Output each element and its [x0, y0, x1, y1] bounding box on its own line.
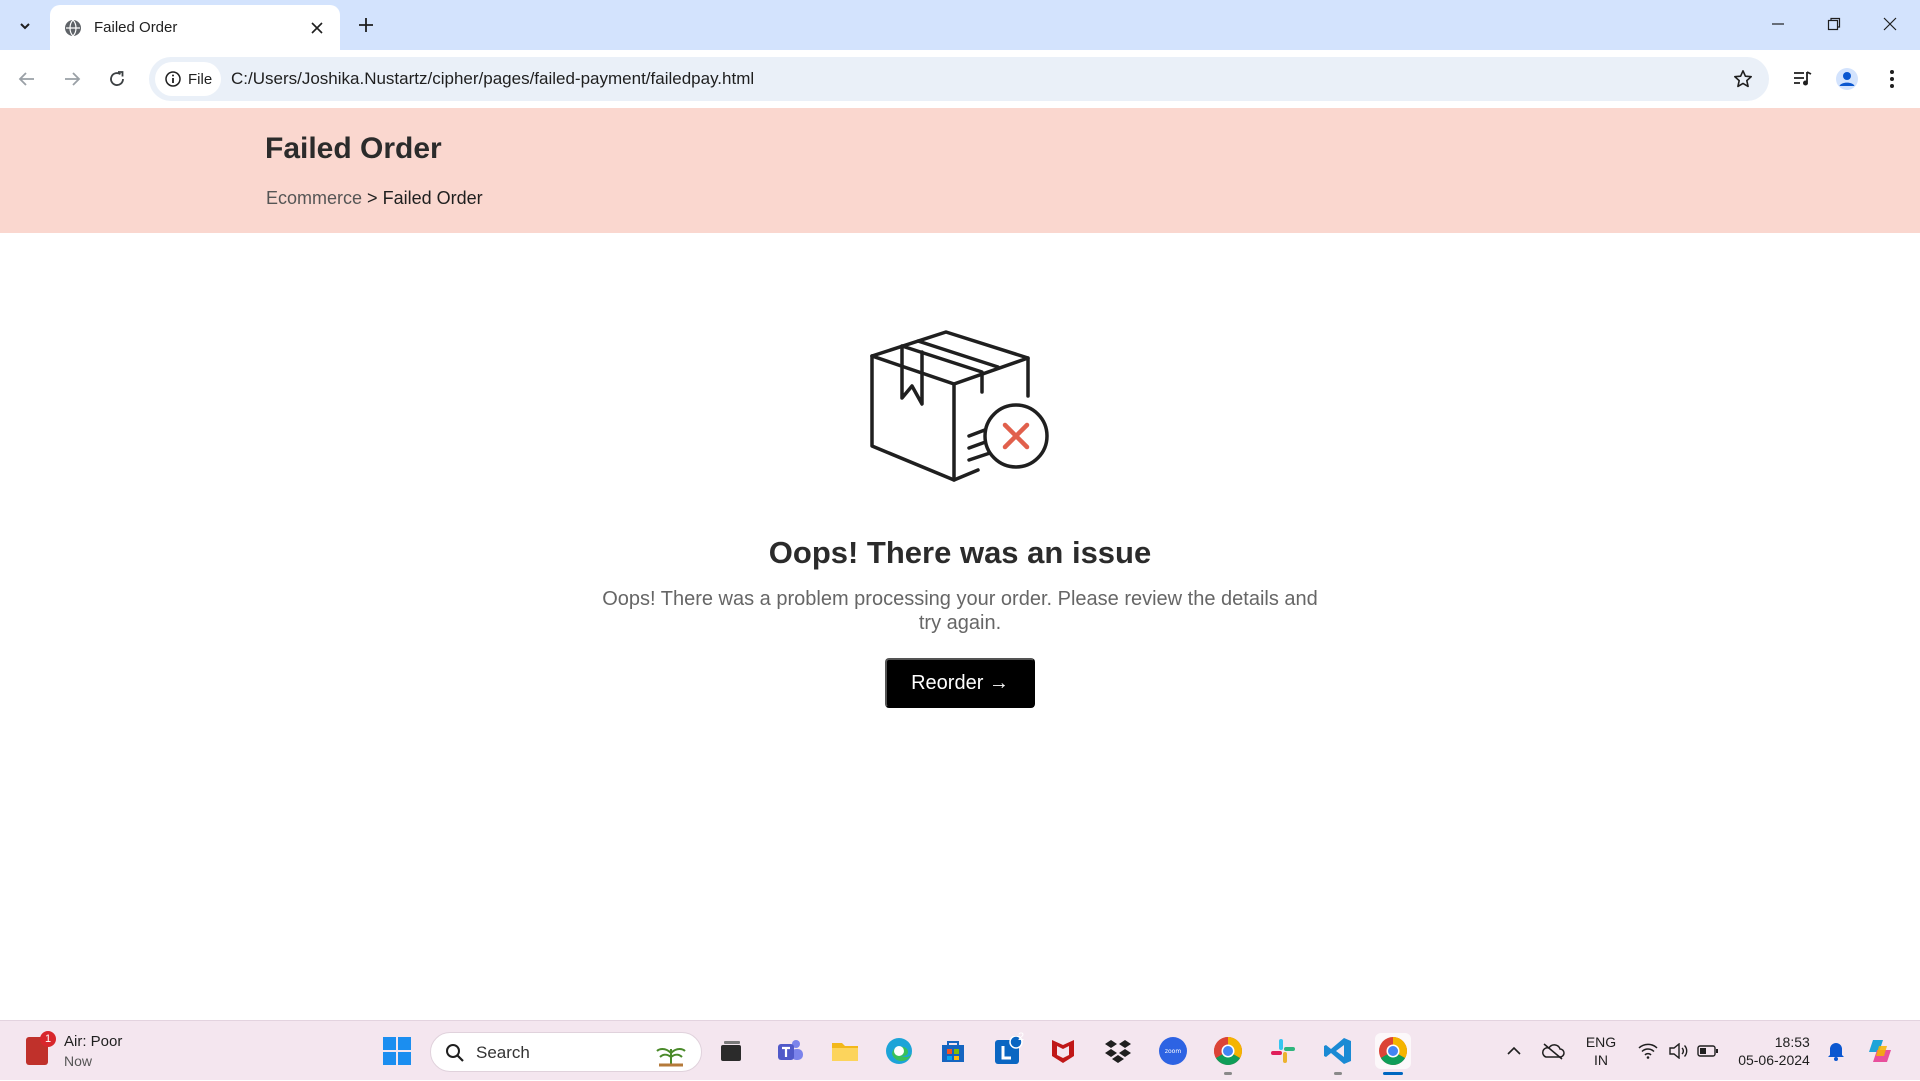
language-code: ENG — [1585, 1034, 1617, 1050]
copilot-icon[interactable] — [1862, 1021, 1898, 1081]
mcafee-icon[interactable] — [1045, 1033, 1081, 1069]
dropbox-icon[interactable] — [1100, 1033, 1136, 1069]
forward-button[interactable] — [55, 62, 89, 96]
back-button[interactable] — [10, 62, 44, 96]
restore-button[interactable] — [1806, 0, 1862, 48]
taskbar: 1 Air: Poor Now Search 2 zoom ENG IN 18:… — [0, 1020, 1920, 1080]
clock-date: 05-06-2024 — [1738, 1052, 1810, 1068]
error-headline: Oops! There was an issue — [768, 535, 1152, 570]
volume-icon[interactable] — [1664, 1021, 1692, 1081]
error-message: Oops! There was a problem processing you… — [602, 588, 1318, 634]
plus-icon — [359, 18, 373, 32]
site-info-label: File — [188, 70, 213, 88]
arrow-right-icon — [65, 72, 81, 86]
page-header: Failed Order Ecommerce > Failed Order — [0, 108, 1920, 233]
taskbar-search[interactable]: Search — [430, 1032, 702, 1072]
windows-start-icon[interactable] — [381, 1035, 413, 1067]
zoom-icon[interactable]: zoom — [1155, 1033, 1191, 1069]
slack-icon[interactable] — [1265, 1033, 1301, 1069]
active-indicator — [1383, 1072, 1403, 1075]
chrome-icon[interactable] — [1210, 1033, 1246, 1075]
page-title: Failed Order — [265, 132, 442, 165]
browser-menu-icon[interactable] — [1875, 62, 1909, 96]
plant-icon — [656, 1048, 686, 1067]
running-indicator — [1334, 1072, 1342, 1075]
reload-button[interactable] — [100, 62, 134, 96]
weather-title: Air: Poor — [64, 1033, 123, 1050]
linkedin-badge: 2 — [1017, 1031, 1025, 1043]
reload-icon — [110, 71, 124, 86]
linkedin-learning-icon[interactable]: 2 — [990, 1031, 1026, 1069]
wifi-icon[interactable] — [1634, 1021, 1662, 1081]
site-info-chip[interactable]: File — [155, 62, 221, 96]
weather-badge: 1 — [40, 1031, 56, 1047]
close-icon — [1883, 17, 1897, 31]
onedrive-offline-icon[interactable] — [1538, 1021, 1568, 1081]
language-indicator[interactable]: ENG IN — [1578, 1021, 1624, 1081]
arrow-left-icon — [18, 72, 34, 86]
tab-close-icon[interactable] — [306, 17, 328, 39]
breadcrumb: Ecommerce > Failed Order — [266, 188, 483, 209]
clock[interactable]: 18:53 05-06-2024 — [1728, 1021, 1820, 1081]
minimize-button[interactable] — [1750, 0, 1806, 48]
breadcrumb-separator: > — [367, 188, 378, 208]
reorder-button[interactable]: Reorder → — [885, 658, 1035, 708]
url-text[interactable]: C:/Users/Joshika.Nustartz/cipher/pages/f… — [231, 69, 754, 89]
breadcrumb-root-link[interactable]: Ecommerce — [266, 188, 362, 208]
battery-icon[interactable] — [1694, 1021, 1722, 1081]
globe-icon — [64, 19, 82, 37]
region-code: IN — [1594, 1052, 1608, 1068]
profile-avatar-icon[interactable] — [1830, 62, 1864, 96]
minimize-icon — [1772, 23, 1784, 25]
weather-widget[interactable]: 1 Air: Poor Now — [22, 1029, 132, 1073]
chrome-active-icon[interactable] — [1375, 1033, 1411, 1075]
media-control-icon[interactable] — [1785, 62, 1819, 96]
search-icon — [446, 1044, 464, 1062]
info-icon — [165, 71, 181, 87]
edge-browser-icon[interactable] — [881, 1033, 917, 1069]
weather-subtitle: Now — [64, 1053, 93, 1069]
notification-bell-icon[interactable] — [1822, 1021, 1850, 1081]
tab-search-button[interactable] — [8, 9, 41, 42]
tray-overflow-icon[interactable] — [1500, 1021, 1528, 1081]
restore-icon — [1827, 17, 1841, 31]
bookmark-star-icon[interactable] — [1731, 67, 1755, 91]
breadcrumb-current: Failed Order — [382, 188, 483, 208]
package-failed-icon — [870, 330, 1049, 482]
file-explorer-icon[interactable] — [827, 1033, 863, 1069]
browser-tab-strip: Failed Order — [0, 0, 1920, 50]
zoom-label: zoom — [1165, 1048, 1181, 1055]
address-bar[interactable]: File C:/Users/Joshika.Nustartz/cipher/pa… — [149, 57, 1769, 101]
running-indicator — [1224, 1072, 1232, 1075]
teams-icon[interactable] — [772, 1033, 808, 1069]
chevron-down-icon — [19, 22, 30, 29]
tab-title: Failed Order — [94, 19, 178, 36]
new-tab-button[interactable] — [350, 9, 382, 41]
browser-tab-active[interactable]: Failed Order — [50, 5, 340, 50]
vscode-icon[interactable] — [1320, 1033, 1356, 1075]
task-view-icon[interactable] — [713, 1033, 749, 1069]
microsoft-store-icon[interactable] — [935, 1033, 971, 1069]
browser-toolbar: File C:/Users/Joshika.Nustartz/cipher/pa… — [0, 50, 1920, 108]
clock-time: 18:53 — [1774, 1034, 1810, 1050]
close-window-button[interactable] — [1862, 0, 1918, 48]
search-placeholder: Search — [476, 1043, 530, 1062]
